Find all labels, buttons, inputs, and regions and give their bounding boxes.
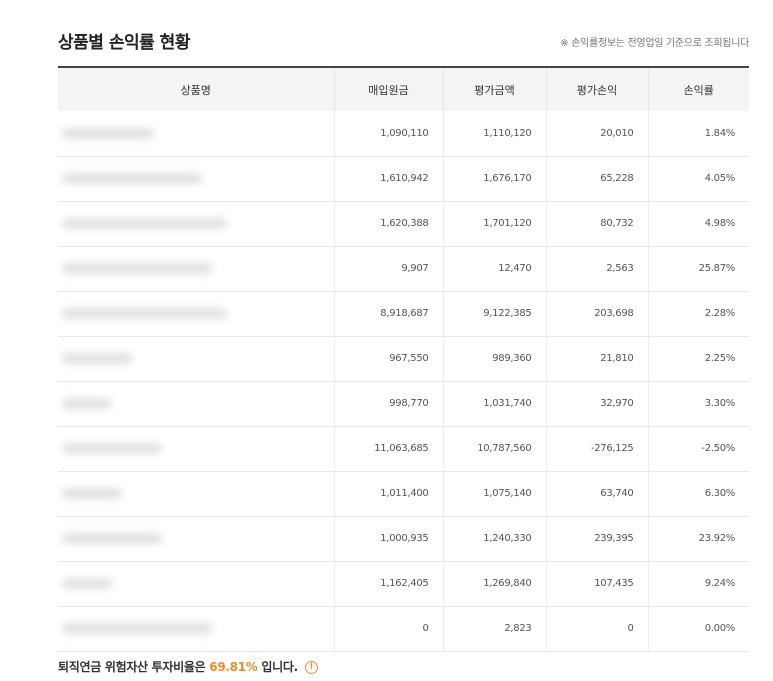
table-row: 998,770 1,031,740 32,970 3.30% bbox=[58, 381, 749, 426]
product-name-cell bbox=[58, 201, 334, 246]
rate-cell: 9.24% bbox=[647, 561, 749, 606]
pnl-cell: 63,740 bbox=[545, 471, 648, 516]
header-valuation: 평가금액 bbox=[442, 67, 546, 111]
principal-cell: 11,063,685 bbox=[333, 426, 443, 471]
principal-cell: 1,620,388 bbox=[333, 201, 443, 246]
masked-product-name bbox=[62, 442, 162, 454]
product-name-cell bbox=[58, 471, 334, 516]
masked-product-name bbox=[62, 217, 227, 229]
valuation-cell: 1,075,140 bbox=[442, 471, 546, 516]
product-name-cell bbox=[58, 156, 334, 201]
rate-cell: 4.98% bbox=[647, 201, 749, 246]
table-row: 1,000,935 1,240,330 239,395 23.92% bbox=[58, 516, 749, 561]
product-name-cell bbox=[58, 336, 334, 381]
rate-cell: 0.00% bbox=[647, 606, 749, 651]
header-principal: 매입원금 bbox=[333, 67, 443, 111]
masked-product-name bbox=[62, 172, 202, 184]
rate-cell: 1.84% bbox=[647, 111, 749, 156]
product-name-cell bbox=[58, 561, 334, 606]
table-row: 11,063,685 10,787,560 -276,125 -2.50% bbox=[58, 426, 749, 471]
rate-cell: 25.87% bbox=[647, 246, 749, 291]
valuation-cell: 10,787,560 bbox=[442, 426, 546, 471]
table-row: 1,610,942 1,676,170 65,228 4.05% bbox=[58, 156, 749, 201]
pnl-cell: 32,970 bbox=[545, 381, 648, 426]
table-row: 1,162,405 1,269,840 107,435 9.24% bbox=[58, 561, 749, 606]
valuation-cell: 1,240,330 bbox=[442, 516, 546, 561]
principal-cell: 1,162,405 bbox=[333, 561, 443, 606]
principal-cell: 998,770 bbox=[333, 381, 443, 426]
risk-asset-ratio: 69.81% bbox=[209, 660, 258, 674]
pnl-cell: 21,810 bbox=[545, 336, 648, 381]
rate-cell: 23.92% bbox=[647, 516, 749, 561]
valuation-cell: 1,701,120 bbox=[442, 201, 546, 246]
summary-prefix: 퇴직연금 위험자산 투자비율은 bbox=[58, 660, 206, 674]
valuation-cell: 989,360 bbox=[442, 336, 546, 381]
header-pnl: 평가손익 bbox=[545, 67, 648, 111]
masked-product-name bbox=[62, 262, 212, 274]
valuation-cell: 2,823 bbox=[442, 606, 546, 651]
table-row: 9,907 12,470 2,563 25.87% bbox=[58, 246, 749, 291]
masked-product-name bbox=[62, 487, 122, 499]
principal-cell: 967,550 bbox=[333, 336, 443, 381]
rate-cell: 6.30% bbox=[647, 471, 749, 516]
masked-product-name bbox=[62, 352, 132, 364]
masked-product-name bbox=[62, 307, 227, 319]
valuation-cell: 1,269,840 bbox=[442, 561, 546, 606]
profit-rate-table: 상품명 매입원금 평가금액 평가손익 손익률 1,090,110 1,110,12… bbox=[58, 66, 749, 652]
pnl-cell: 2,563 bbox=[545, 246, 648, 291]
pnl-cell: 20,010 bbox=[545, 111, 648, 156]
reference-date-note: ※ 손익률정보는 전영업일 기준으로 조회됩니다 bbox=[560, 38, 749, 49]
valuation-cell: 1,110,120 bbox=[442, 111, 546, 156]
pnl-cell: -276,125 bbox=[545, 426, 648, 471]
product-name-cell bbox=[58, 516, 334, 561]
pnl-cell: 65,228 bbox=[545, 156, 648, 201]
masked-product-name bbox=[62, 397, 112, 409]
pnl-cell: 203,698 bbox=[545, 291, 648, 336]
rate-cell: 2.25% bbox=[647, 336, 749, 381]
principal-cell: 0 bbox=[333, 606, 443, 651]
masked-product-name bbox=[62, 577, 112, 589]
product-name-cell bbox=[58, 246, 334, 291]
valuation-cell: 9,122,385 bbox=[442, 291, 546, 336]
principal-cell: 1,610,942 bbox=[333, 156, 443, 201]
pnl-cell: 80,732 bbox=[545, 201, 648, 246]
product-name-cell bbox=[58, 606, 334, 651]
rate-cell: 4.05% bbox=[647, 156, 749, 201]
table-row: 967,550 989,360 21,810 2.25% bbox=[58, 336, 749, 381]
table-header-row: 상품명 매입원금 평가금액 평가손익 손익률 bbox=[58, 67, 749, 111]
info-icon[interactable]: ! bbox=[304, 661, 318, 674]
pnl-cell: 107,435 bbox=[545, 561, 648, 606]
masked-product-name bbox=[62, 127, 154, 139]
pnl-cell: 239,395 bbox=[545, 516, 648, 561]
masked-product-name bbox=[62, 622, 212, 634]
table-row: 0 2,823 0 0.00% bbox=[58, 606, 749, 651]
table-row: 1,011,400 1,075,140 63,740 6.30% bbox=[58, 471, 749, 516]
valuation-cell: 1,676,170 bbox=[442, 156, 546, 201]
page-title: 상품별 손익률 현황 bbox=[58, 33, 190, 53]
principal-cell: 1,090,110 bbox=[333, 111, 443, 156]
pnl-cell: 0 bbox=[545, 606, 648, 651]
principal-cell: 1,011,400 bbox=[333, 471, 443, 516]
table-row: 1,090,110 1,110,120 20,010 1.84% bbox=[58, 111, 749, 156]
header-product-name: 상품명 bbox=[180, 83, 211, 97]
rate-cell: 2.28% bbox=[647, 291, 749, 336]
product-name-cell bbox=[58, 291, 334, 336]
product-name-cell bbox=[58, 426, 334, 471]
rate-cell: 3.30% bbox=[647, 381, 749, 426]
masked-product-name bbox=[62, 532, 162, 544]
summary-suffix: 입니다. bbox=[261, 660, 298, 674]
risk-asset-summary: 퇴직연금 위험자산 투자비율은 69.81% 입니다. ! bbox=[58, 658, 318, 675]
principal-cell: 9,907 bbox=[333, 246, 443, 291]
principal-cell: 8,918,687 bbox=[333, 291, 443, 336]
table-row: 8,918,687 9,122,385 203,698 2.28% bbox=[58, 291, 749, 336]
valuation-cell: 12,470 bbox=[442, 246, 546, 291]
principal-cell: 1,000,935 bbox=[333, 516, 443, 561]
product-name-cell bbox=[58, 381, 334, 426]
table-row: 1,620,388 1,701,120 80,732 4.98% bbox=[58, 201, 749, 246]
valuation-cell: 1,031,740 bbox=[442, 381, 546, 426]
product-name-cell bbox=[58, 111, 334, 156]
table-body: 1,090,110 1,110,120 20,010 1.84% 1,610,942 1,… bbox=[58, 111, 749, 651]
rate-cell: -2.50% bbox=[647, 426, 749, 471]
header-rate: 손익률 bbox=[647, 67, 749, 111]
